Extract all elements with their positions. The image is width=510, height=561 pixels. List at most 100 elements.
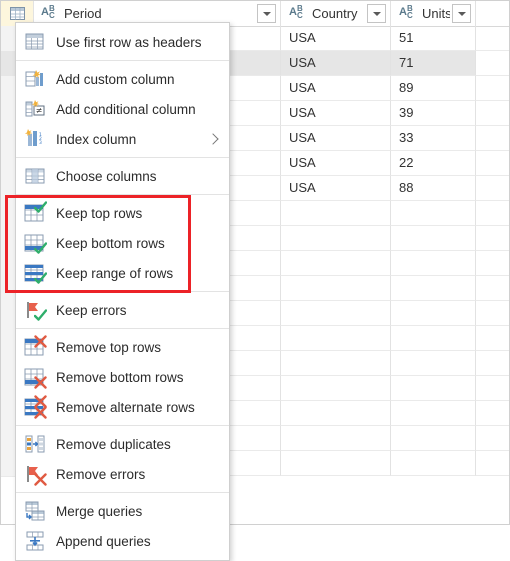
remove-bottom-rows-icon — [24, 366, 47, 389]
chevron-down-icon — [372, 11, 381, 16]
svg-text:3: 3 — [39, 140, 42, 146]
table-cell[interactable]: 71 — [391, 51, 476, 76]
table-cell[interactable]: 33 — [391, 126, 476, 151]
menu-item-index-column[interactable]: 1 2 3 Index column — [16, 124, 229, 154]
menu-item-merge-queries[interactable]: Merge queries — [16, 496, 229, 526]
table-cell[interactable] — [281, 226, 391, 251]
empty-grid-area — [476, 226, 509, 251]
menu-item-keep-bottom-rows[interactable]: Keep bottom rows — [16, 228, 229, 258]
svg-text:≠: ≠ — [36, 106, 43, 115]
table-cell[interactable]: 51 — [391, 26, 476, 51]
chevron-right-icon — [207, 133, 219, 145]
table-cell[interactable] — [391, 226, 476, 251]
table-cell[interactable]: USA — [281, 26, 391, 51]
menu-item-remove-bottom-rows[interactable]: Remove bottom rows — [16, 362, 229, 392]
menu-item-keep-range-of-rows[interactable]: Keep range of rows — [16, 258, 229, 288]
table-cell[interactable]: USA — [281, 101, 391, 126]
table-header-icon — [24, 31, 46, 53]
empty-grid-area — [476, 451, 509, 476]
column-filter-button-period[interactable] — [257, 4, 276, 23]
table-cell[interactable]: 22 — [391, 151, 476, 176]
menu-item-label: Remove errors — [56, 466, 146, 482]
table-cell[interactable] — [391, 376, 476, 401]
remove-errors-icon — [24, 463, 47, 486]
menu-item-label: Use first row as headers — [56, 34, 202, 50]
keep-range-of-rows-icon — [24, 262, 47, 284]
table-cell[interactable]: USA — [281, 151, 391, 176]
menu-separator — [16, 492, 229, 493]
menu-item-label: Remove bottom rows — [56, 369, 184, 385]
table-cell[interactable] — [281, 326, 391, 351]
menu-item-remove-errors[interactable]: Remove errors — [16, 459, 229, 489]
menu-item-append-queries[interactable]: Append queries — [16, 526, 229, 556]
table-cell[interactable]: USA — [281, 176, 391, 201]
menu-item-keep-top-rows[interactable]: Keep top rows — [16, 198, 229, 228]
menu-item-label: Remove duplicates — [56, 436, 171, 452]
table-cell[interactable]: 39 — [391, 101, 476, 126]
menu-item-add-conditional-column[interactable]: ≠ Add conditional column — [16, 94, 229, 124]
menu-item-label: Add custom column — [56, 71, 175, 87]
merge-queries-icon — [24, 500, 46, 522]
abc-text-type-icon: ABC — [399, 4, 413, 20]
menu-item-remove-alternate-rows[interactable]: Remove alternate rows — [16, 392, 229, 422]
empty-grid-area — [476, 176, 509, 201]
table-cell[interactable] — [391, 426, 476, 451]
chevron-down-icon — [457, 11, 466, 16]
column-header-label: Units — [422, 6, 450, 21]
table-cell[interactable] — [281, 201, 391, 226]
keep-errors-icon — [24, 299, 47, 321]
table-cell[interactable] — [281, 251, 391, 276]
empty-grid-area — [476, 126, 509, 151]
menu-item-choose-columns[interactable]: Choose columns — [16, 161, 229, 191]
menu-separator — [16, 194, 229, 195]
menu-item-remove-top-rows[interactable]: Remove top rows — [16, 332, 229, 362]
table-cell[interactable]: USA — [281, 76, 391, 101]
menu-item-keep-errors[interactable]: Keep errors — [16, 295, 229, 325]
menu-separator — [16, 425, 229, 426]
table-cell[interactable] — [391, 401, 476, 426]
table-cell[interactable] — [281, 276, 391, 301]
menu-separator — [16, 157, 229, 158]
table-cell[interactable] — [391, 351, 476, 376]
power-query-preview-window: A B C Period A B C Country A B C Units USA 51 USA 71 US… — [0, 0, 510, 561]
table-cell[interactable] — [281, 451, 391, 476]
table-cell[interactable] — [281, 351, 391, 376]
menu-item-label: Merge queries — [56, 503, 143, 519]
empty-grid-area — [476, 426, 509, 451]
empty-grid-area — [476, 26, 509, 51]
table-cell[interactable] — [391, 276, 476, 301]
table-cell[interactable] — [391, 251, 476, 276]
table-cell[interactable]: USA — [281, 51, 391, 76]
table-cell[interactable] — [391, 451, 476, 476]
table-cell[interactable] — [281, 426, 391, 451]
table-cell[interactable] — [281, 301, 391, 326]
menu-item-label: Remove alternate rows — [56, 399, 195, 415]
table-cell[interactable]: 89 — [391, 76, 476, 101]
menu-item-use-first-row-as-headers[interactable]: Use first row as headers — [16, 27, 229, 57]
empty-grid-area — [476, 101, 509, 126]
column-header-country[interactable]: A B C Country — [281, 1, 391, 26]
table-cell[interactable]: USA — [281, 126, 391, 151]
table-cell[interactable] — [281, 401, 391, 426]
column-header-label: Period — [64, 6, 102, 21]
reduce-rows-context-menu[interactable]: Use first row as headers Add custom colum… — [15, 22, 230, 561]
column-filter-button-units[interactable] — [452, 4, 471, 23]
table-cell[interactable] — [391, 201, 476, 226]
table-cell[interactable] — [391, 326, 476, 351]
empty-grid-area — [476, 351, 509, 376]
column-header-units[interactable]: A B C Units — [391, 1, 476, 26]
empty-grid-area — [476, 401, 509, 426]
table-cell[interactable] — [391, 301, 476, 326]
chevron-down-icon — [262, 11, 271, 16]
table-cell[interactable]: 88 — [391, 176, 476, 201]
empty-grid-area — [476, 151, 509, 176]
empty-grid-area — [476, 76, 509, 101]
append-queries-icon — [24, 530, 46, 552]
table-cell[interactable] — [281, 376, 391, 401]
remove-alternate-rows-icon — [24, 395, 47, 419]
menu-item-remove-duplicates[interactable]: Remove duplicates — [16, 429, 229, 459]
menu-item-add-custom-column[interactable]: Add custom column — [16, 64, 229, 94]
empty-grid-area — [476, 301, 509, 326]
column-filter-button-country[interactable] — [367, 4, 386, 23]
add-conditional-column-icon: ≠ — [24, 98, 46, 120]
